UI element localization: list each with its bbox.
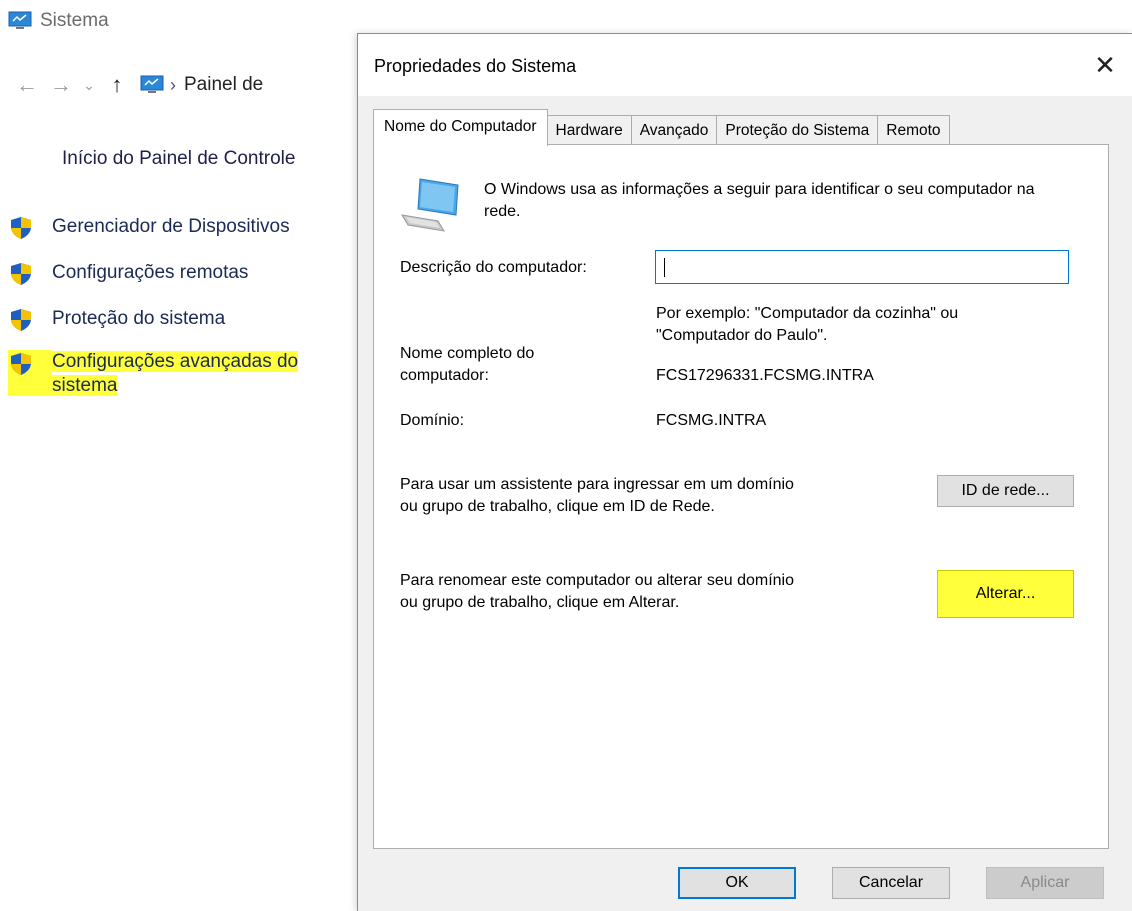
sidebar-item-advanced-system-settings[interactable]: Configurações avançadas do sistema <box>8 350 299 398</box>
tab-strip: Nome do Computador Hardware Avançado Pro… <box>373 108 950 146</box>
sidebar-item-label: Proteção do sistema <box>52 308 226 329</box>
sidebar-item-label: Gerenciador de Dispositivos <box>52 216 290 237</box>
forward-arrow-icon[interactable]: → <box>44 72 78 98</box>
ok-button[interactable]: OK <box>678 867 796 899</box>
rename-text: Para renomear este computador ou alterar… <box>400 572 794 611</box>
shield-icon <box>11 353 31 375</box>
sidebar-item-label: Configurações remotas <box>52 262 249 283</box>
text-caret <box>664 258 665 277</box>
domain-label: Domínio: <box>400 412 465 429</box>
sidebar-item-label: Configurações avançadas do sistema <box>8 350 299 398</box>
shield-icon <box>11 217 31 239</box>
domain-value: FCSMG.INTRA <box>656 412 767 429</box>
tab-remote[interactable]: Remoto <box>877 115 950 146</box>
apply-button[interactable]: Aplicar <box>986 867 1104 899</box>
shield-icon <box>11 263 31 285</box>
full-name-label: Nome completo do computador: <box>400 345 535 384</box>
example-text: Por exemplo: "Computador da cozinha" ou … <box>656 305 959 344</box>
chevron-down-icon[interactable]: ⌄ <box>78 77 100 94</box>
shield-icon <box>11 309 31 331</box>
breadcrumb[interactable]: Painel de <box>184 74 263 96</box>
change-button[interactable]: Alterar... <box>937 570 1074 618</box>
navigation-bar: ← → ⌄ ↑ › Painel de <box>10 72 263 98</box>
dialog-title-bar: Propriedades do Sistema ✕ <box>358 34 1132 96</box>
computer-icon <box>8 11 32 29</box>
intro-text: O Windows usa as informações a seguir pa… <box>484 181 1035 220</box>
back-arrow-icon[interactable]: ← <box>10 72 44 98</box>
cancel-button[interactable]: Cancelar <box>832 867 950 899</box>
network-id-button[interactable]: ID de rede... <box>937 475 1074 507</box>
control-panel-home-link[interactable]: Início do Painel de Controle <box>62 148 295 170</box>
system-properties-dialog: Propriedades do Sistema ✕ Nome do Comput… <box>357 33 1132 911</box>
description-label: Descrição do computador: <box>400 259 587 276</box>
sidebar-item-system-protection[interactable]: Proteção do sistema <box>10 308 225 332</box>
network-id-text: Para usar um assistente para ingressar e… <box>400 476 794 515</box>
computer-icon <box>401 178 459 232</box>
window-title-bar: Sistema <box>8 10 109 32</box>
close-icon[interactable]: ✕ <box>1087 48 1123 82</box>
sidebar-item-device-manager[interactable]: Gerenciador de Dispositivos <box>10 216 290 240</box>
full-name-value: FCS17296331.FCSMG.INTRA <box>656 367 874 384</box>
dialog-title: Propriedades do Sistema <box>374 56 577 76</box>
tab-system-protection[interactable]: Proteção do Sistema <box>716 115 879 146</box>
tab-hardware[interactable]: Hardware <box>546 115 632 146</box>
sidebar-item-remote-settings[interactable]: Configurações remotas <box>10 262 248 286</box>
tab-advanced[interactable]: Avançado <box>630 115 718 146</box>
tab-computer-name[interactable]: Nome do Computador <box>373 109 548 146</box>
up-arrow-icon[interactable]: ↑ <box>100 72 134 98</box>
computer-description-input[interactable] <box>655 250 1069 284</box>
breadcrumb-separator-icon: › <box>170 74 176 95</box>
computer-name-panel: O Windows usa as informações a seguir pa… <box>373 144 1109 849</box>
computer-icon <box>140 75 164 93</box>
window-title: Sistema <box>40 10 109 31</box>
